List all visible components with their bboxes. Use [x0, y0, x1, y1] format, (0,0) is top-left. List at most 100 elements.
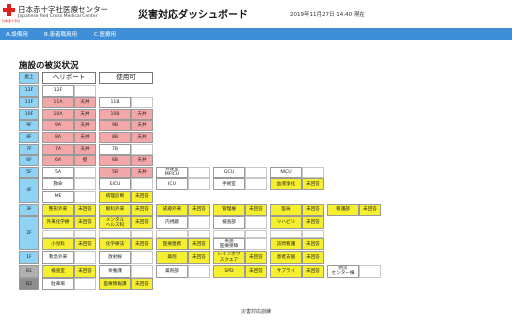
status-cell[interactable]: 未回答	[245, 203, 267, 216]
department-cell[interactable]: リハビリ	[270, 216, 302, 230]
department-cell[interactable]: 5B	[99, 166, 131, 178]
department-cell[interactable]: 薬剤部	[156, 264, 188, 278]
status-cell[interactable]: 壁	[74, 155, 96, 167]
department-cell[interactable]: 分娩室 MFICU	[156, 166, 188, 178]
status-cell[interactable]: 未回答	[188, 251, 210, 264]
empty-status-cell	[74, 178, 96, 191]
status-cell[interactable]: 未回答	[245, 251, 267, 264]
status-cell[interactable]: 未回答	[131, 238, 153, 251]
nav-item-medical[interactable]: C.医療用	[94, 30, 116, 38]
status-cell[interactable]: 未回答	[74, 238, 96, 251]
department-cell[interactable]: 訪問看護	[270, 238, 302, 251]
department-cell[interactable]: 内視鏡	[156, 216, 188, 230]
department-cell[interactable]: メンタル ヘルス科	[99, 216, 131, 230]
department-cell[interactable]: 小児科	[42, 238, 74, 251]
department-cell[interactable]: 9B	[99, 120, 131, 132]
department-cell[interactable]: 管理棟	[213, 203, 245, 216]
empty-status-cell	[131, 264, 153, 278]
department-cell[interactable]: 手術室	[213, 178, 245, 191]
status-cell[interactable]: 未回答	[302, 203, 324, 216]
status-cell[interactable]: 未回答	[74, 203, 96, 216]
department-cell[interactable]: 病理診断	[99, 191, 131, 203]
status-cell[interactable]: 未回答	[131, 216, 153, 230]
department-cell[interactable]: 11A	[42, 97, 74, 109]
status-cell[interactable]: 未回答	[131, 191, 153, 203]
department-cell[interactable]: GCU	[213, 166, 245, 178]
department-cell[interactable]: 放射線	[99, 251, 131, 264]
status-cell[interactable]: 天井	[131, 166, 153, 178]
empty-status-cell	[245, 178, 267, 191]
department-cell[interactable]: 防災 センター棟	[327, 264, 359, 278]
status-cell[interactable]: 未回答	[74, 216, 96, 230]
department-cell[interactable]: 10A	[42, 108, 74, 120]
department-cell[interactable]: 11B	[99, 97, 131, 109]
department-cell[interactable]: 救急外来	[42, 251, 74, 264]
status-cell[interactable]: 天井	[74, 120, 96, 132]
status-cell[interactable]: 天井	[74, 132, 96, 143]
empty-status-cell	[302, 166, 324, 178]
department-cell[interactable]: 外来化学療	[42, 216, 74, 230]
department-cell[interactable]: 10B	[99, 108, 131, 120]
department-cell[interactable]: ICU	[156, 178, 188, 191]
department-cell[interactable]: 患者支援	[270, 251, 302, 264]
department-cell[interactable]: 医局	[270, 203, 302, 216]
status-cell[interactable]: 未回答	[188, 203, 210, 216]
status-cell[interactable]: 未回答	[302, 238, 324, 251]
department-cell[interactable]: 検査部	[213, 216, 245, 230]
department-cell[interactable]: EICU	[99, 178, 131, 191]
department-cell[interactable]: 眼科外来	[99, 203, 131, 216]
department-cell[interactable]: 検査室	[42, 264, 74, 278]
status-cell[interactable]: 天井	[74, 108, 96, 120]
status-cell[interactable]: 未回答	[302, 216, 324, 230]
department-cell[interactable]: 救命	[42, 178, 74, 191]
department-cell[interactable]: 8A	[42, 132, 74, 143]
floor-label: 7F	[19, 143, 39, 155]
section-title: 施設の被災状況	[19, 61, 79, 71]
empty-status-cell	[245, 229, 267, 238]
department-cell[interactable]: 医療連携	[156, 238, 188, 251]
status-cell[interactable]: 未回答	[245, 264, 267, 278]
department-cell[interactable]: 6B	[99, 155, 131, 167]
nav-item-patient-staff[interactable]: B.患者職員用	[44, 30, 77, 38]
department-cell[interactable]: 看護部	[327, 203, 359, 216]
status-cell[interactable]: 天井	[74, 143, 96, 155]
department-cell[interactable]: 7B	[99, 143, 131, 155]
department-cell[interactable]: 7A	[42, 143, 74, 155]
department-cell[interactable]: 医療情報課	[99, 278, 131, 291]
empty-status-cell	[74, 278, 96, 291]
department-cell[interactable]: 駐車場	[42, 278, 74, 291]
department-cell[interactable]: 5A	[42, 166, 74, 178]
department-cell[interactable]: 使用可	[99, 72, 153, 84]
department-cell[interactable]: 整形外来	[42, 203, 74, 216]
department-cell[interactable]: 化学療法	[99, 238, 131, 251]
department-cell[interactable]: レインボウ スクエア	[213, 251, 245, 264]
department-cell[interactable]: 6A	[42, 155, 74, 167]
status-cell[interactable]: 未回答	[131, 278, 153, 291]
department-cell[interactable]: NICU	[270, 166, 302, 178]
department-cell[interactable]: 栄養課	[99, 264, 131, 278]
department-cell[interactable]: 8B	[99, 132, 131, 143]
status-cell[interactable]: 天井	[131, 120, 153, 132]
status-cell[interactable]: 未回答	[302, 264, 324, 278]
status-cell[interactable]: 未回答	[74, 264, 96, 278]
department-cell[interactable]: 皮膚外来	[156, 203, 188, 216]
department-cell[interactable]: ヘリポート	[42, 72, 96, 84]
department-cell[interactable]: サプライ	[270, 264, 302, 278]
status-cell[interactable]: 天井	[131, 132, 153, 143]
status-cell[interactable]: 未回答	[302, 178, 324, 191]
nav-item-equipment[interactable]: A.設備用	[6, 30, 28, 38]
department-cell[interactable]: 英語 医療保障	[213, 238, 245, 251]
status-cell[interactable]: 未回答	[188, 238, 210, 251]
status-cell[interactable]: 未回答	[131, 203, 153, 216]
status-cell[interactable]: 天井	[74, 97, 96, 109]
department-cell[interactable]: 12F	[42, 84, 74, 97]
status-cell[interactable]: 天井	[131, 108, 153, 120]
status-cell[interactable]: 未回答	[359, 203, 381, 216]
status-cell[interactable]: 天井	[131, 155, 153, 167]
department-cell[interactable]: 薬剤	[156, 251, 188, 264]
department-cell[interactable]: 血液浄化	[270, 178, 302, 191]
department-cell[interactable]: 9A	[42, 120, 74, 132]
status-cell[interactable]: 未回答	[302, 251, 324, 264]
department-cell[interactable]: SPD	[213, 264, 245, 278]
department-cell[interactable]: ME	[42, 191, 74, 203]
